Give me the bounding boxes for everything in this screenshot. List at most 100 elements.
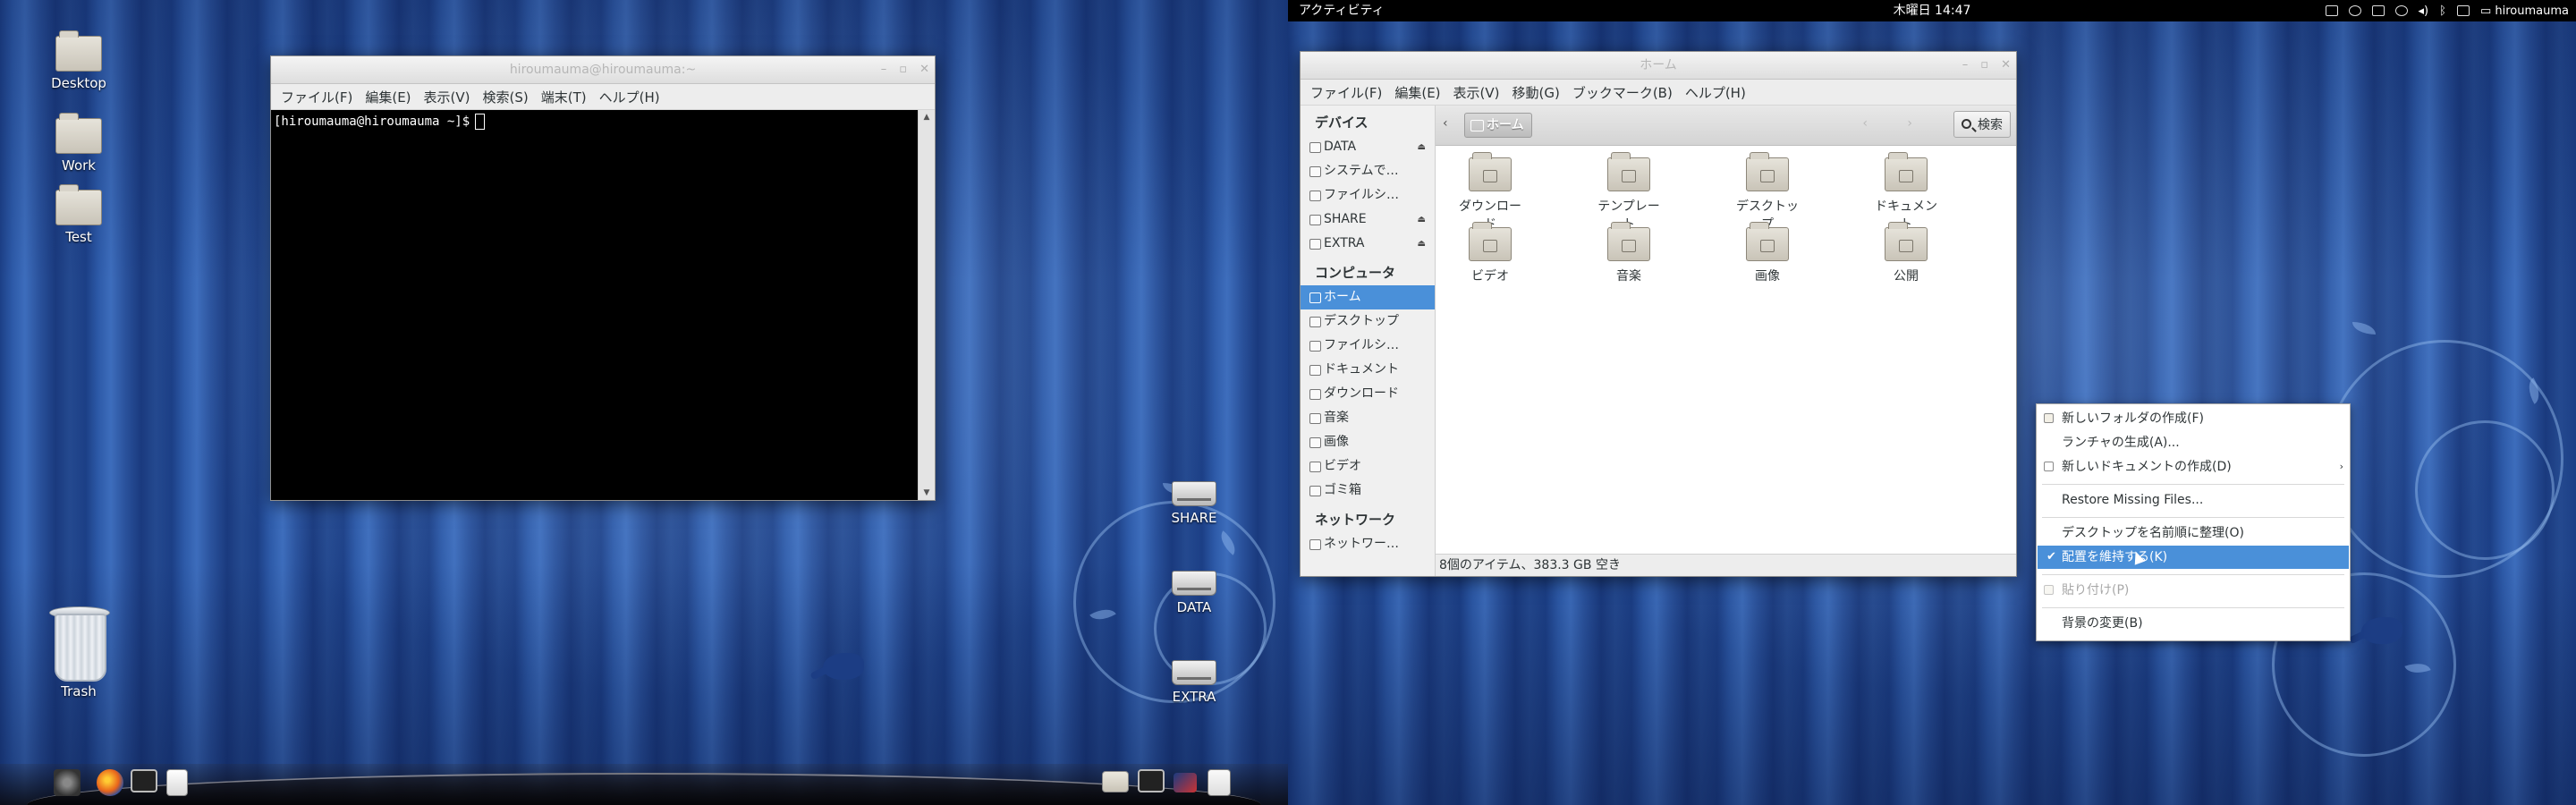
document-icon[interactable] (166, 769, 188, 796)
file-item-pictures[interactable]: 画像 (1731, 222, 1804, 284)
folder-icon (1309, 365, 1321, 376)
menu-file[interactable]: ファイル(F) (275, 88, 359, 106)
sidebar-item-network[interactable]: ネットワー… (1301, 532, 1435, 556)
menu-terminal[interactable]: 端末(T) (535, 88, 593, 106)
folder-icon (55, 184, 102, 225)
menu-item-restore-missing-files[interactable]: Restore Missing Files... (2038, 488, 2349, 512)
minimize-icon[interactable]: – (1962, 52, 1969, 79)
user-menu[interactable]: ▭ hiroumauma (2480, 4, 2569, 18)
file-item-videos[interactable]: ビデオ (1453, 222, 1527, 284)
scroll-down-icon[interactable]: ▼ (919, 486, 935, 500)
scroll-up-icon[interactable]: ▲ (919, 110, 935, 124)
sidebar-item-documents[interactable]: ドキュメント (1301, 358, 1435, 382)
desktop-icon-data[interactable]: DATA (1149, 571, 1239, 615)
sidebar-item-system[interactable]: システムで… (1301, 159, 1435, 183)
flag-icon[interactable] (1174, 773, 1197, 792)
eject-icon[interactable]: ⏏ (1418, 232, 1426, 256)
file-manager-titlebar[interactable]: ホーム – ▫ ✕ (1301, 52, 2016, 80)
network-icon[interactable] (2456, 5, 2470, 16)
file-manager-window[interactable]: ホーム – ▫ ✕ ファイル(F) 編集(E) 表示(V) 移動(G) ブックマ… (1300, 51, 2017, 577)
file-item-public[interactable]: 公開 (1869, 222, 1943, 284)
menu-go[interactable]: 移動(G) (1506, 83, 1566, 102)
file-manager-icon[interactable] (1102, 771, 1129, 792)
sidebar-item-pictures[interactable]: 画像 (1301, 430, 1435, 454)
sidebar-header-network: ネットワーク (1315, 512, 1396, 528)
maximize-icon[interactable]: ▫ (899, 56, 907, 83)
drive-icon (1309, 166, 1321, 177)
menu-edit[interactable]: 編集(E) (359, 88, 417, 106)
terminal-icon[interactable] (131, 769, 157, 792)
folder-icon (55, 30, 102, 72)
sidebar-item-label: EXTRA (1324, 236, 1365, 250)
menu-item-new-folder[interactable]: 新しいフォルダの作成(F) (2038, 407, 2349, 430)
sidebar-item-label: DATA (1324, 140, 1357, 154)
desktop-icon-share[interactable]: SHARE (1149, 481, 1239, 526)
menu-item-new-document[interactable]: 新しいドキュメントの作成(D) › (2038, 455, 2349, 479)
desktop-icon-trash[interactable]: Trash (34, 605, 123, 699)
search-button[interactable]: 検索 (1953, 111, 2011, 138)
maximize-icon[interactable]: ▫ (1980, 52, 1988, 79)
file-item-music[interactable]: 音楽 (1592, 222, 1665, 284)
desktop-icon-extra[interactable]: EXTRA (1149, 660, 1239, 705)
dock-shelf (27, 773, 1261, 805)
menu-search[interactable]: 検索(S) (477, 88, 535, 106)
menu-view[interactable]: 表示(V) (1447, 83, 1506, 102)
paint-icon[interactable] (1208, 769, 1231, 796)
close-icon[interactable]: ✕ (919, 56, 929, 83)
terminal-output[interactable]: [hiroumauma@hiroumauma ~]$ (271, 110, 919, 500)
file-view[interactable]: ‹ ホーム ‹ › 検索 ダウンロード テンプレート デスクトップ ドキュメント… (1436, 106, 2016, 576)
minimize-icon[interactable]: – (881, 56, 887, 83)
top-bar: アクティビティ 木曜日 14:47 ◂) ᛒ ▭ hiroumauma (1288, 0, 2576, 21)
menu-item-change-background[interactable]: 背景の変更(B) (2038, 612, 2349, 635)
desktop-icon-label: SHARE (1171, 510, 1217, 526)
terminal-titlebar[interactable]: hiroumauma@hiroumauma:~ – ▫ ✕ (271, 56, 935, 84)
menu-item-paste[interactable]: 貼り付け(P) (2038, 579, 2349, 602)
path-button-home[interactable]: ホーム (1464, 113, 1532, 138)
search-label: 検索 (1978, 118, 2003, 132)
drive-icon (1309, 215, 1321, 225)
sidebar-item-downloads[interactable]: ダウンロード (1301, 382, 1435, 406)
folder-icon (1309, 389, 1321, 400)
sidebar-item-music[interactable]: 音楽 (1301, 406, 1435, 430)
sidebar-item-data[interactable]: DATA ⏏ (1301, 135, 1435, 159)
sidebar-item-home[interactable]: ホーム (1301, 285, 1435, 309)
sidebar-item-filesystem[interactable]: ファイルシ… (1301, 334, 1435, 358)
menu-bookmarks[interactable]: ブックマーク(B) (1566, 83, 1679, 102)
keyboard-icon[interactable] (2325, 5, 2338, 16)
terminal-icon[interactable] (1138, 769, 1165, 792)
menu-edit[interactable]: 編集(E) (1388, 83, 1446, 102)
terminal-scrollbar[interactable]: ▲ ▼ (918, 110, 935, 500)
desktop-icon-work[interactable]: Work (34, 113, 123, 174)
menu-item-keep-aligned[interactable]: ✔ 配置を維持する(K) (2038, 546, 2349, 569)
terminal-window[interactable]: hiroumauma@hiroumauma:~ – ▫ ✕ ファイル(F) 編集… (270, 55, 936, 501)
menu-item-sort-by-name[interactable]: デスクトップを名前順に整理(O) (2038, 521, 2349, 545)
a11y-icon[interactable] (2394, 5, 2408, 16)
eject-icon[interactable]: ⏏ (1418, 135, 1426, 159)
sidebar-item-label: ホーム (1324, 290, 1361, 304)
volume-icon[interactable]: ◂) (2419, 4, 2429, 18)
menu-file[interactable]: ファイル(F) (1304, 83, 1388, 102)
file-manager-menubar: ファイル(F) 編集(E) 表示(V) 移動(G) ブックマーク(B) ヘルプ(… (1301, 80, 2016, 106)
desktop-icon-desktop[interactable]: Desktop (34, 30, 123, 91)
accessibility-icon[interactable] (2348, 5, 2361, 16)
desktop-icon-test[interactable]: Test (34, 184, 123, 245)
sidebar-item-share[interactable]: SHARE ⏏ (1301, 208, 1435, 232)
sidebar-item-extra[interactable]: EXTRA ⏏ (1301, 232, 1435, 256)
spider-icon[interactable] (54, 769, 80, 796)
bluetooth-icon[interactable]: ᛒ (2439, 4, 2446, 18)
menu-help[interactable]: ヘルプ(H) (1679, 83, 1752, 102)
menu-item-create-launcher[interactable]: ランチャの生成(A)... (2038, 431, 2349, 454)
sidebar-item-filesystem-device[interactable]: ファイルシ… (1301, 183, 1435, 208)
sidebar-item-trash[interactable]: ゴミ箱 (1301, 479, 1435, 503)
sidebar-item-desktop[interactable]: デスクトップ (1301, 309, 1435, 334)
menu-help[interactable]: ヘルプ(H) (593, 88, 666, 106)
folder-icon[interactable] (2371, 5, 2385, 16)
menu-view[interactable]: 表示(V) (418, 88, 477, 106)
close-icon[interactable]: ✕ (2001, 52, 2011, 79)
nav-arrows[interactable]: ‹ › (1862, 116, 1930, 131)
eject-icon[interactable]: ⏏ (1418, 208, 1426, 232)
sidebar-item-videos[interactable]: ビデオ (1301, 454, 1435, 479)
trash-icon (1309, 486, 1321, 496)
path-back-icon[interactable]: ‹ (1443, 116, 1448, 131)
firefox-icon[interactable] (97, 769, 123, 796)
